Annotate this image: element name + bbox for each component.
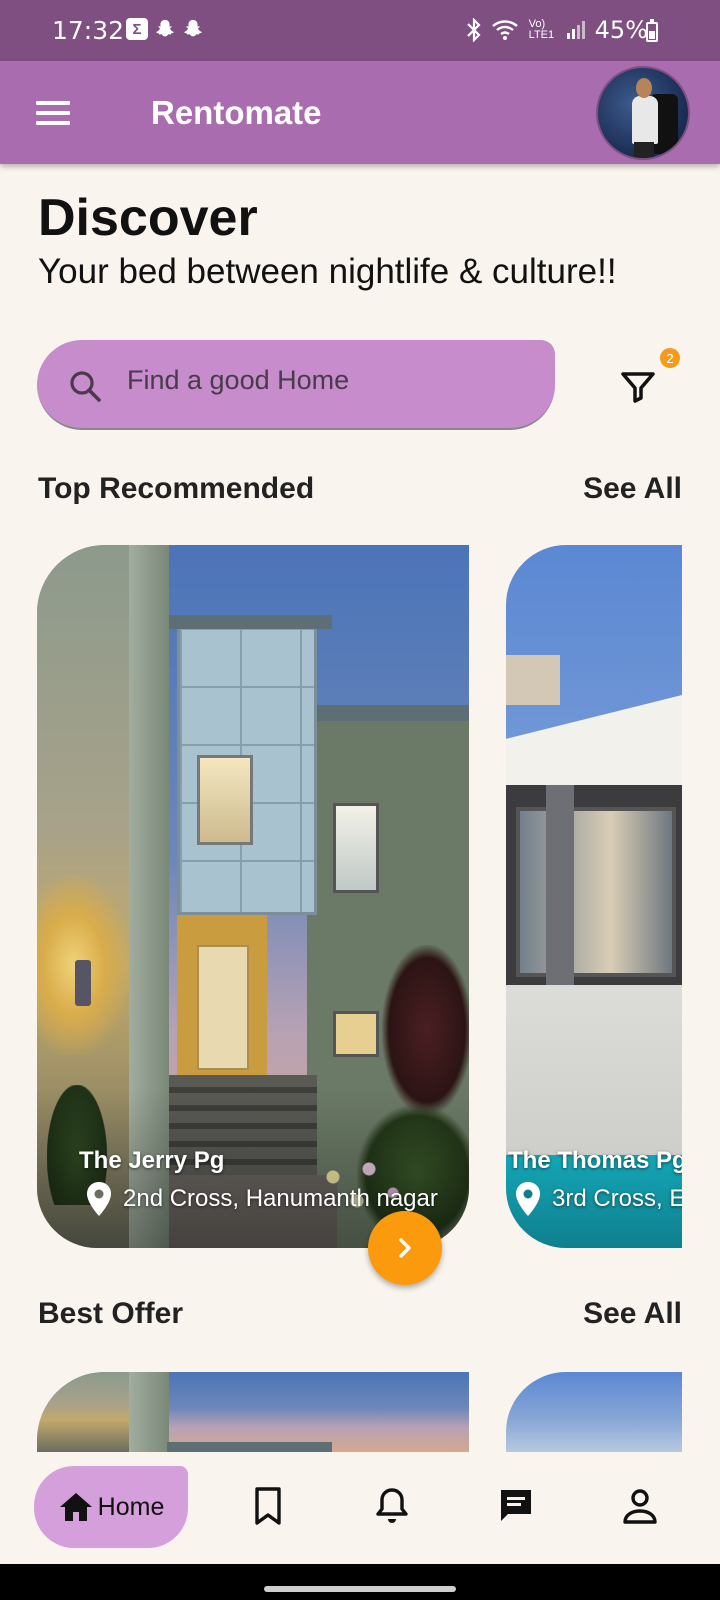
bookmark-icon[interactable] bbox=[250, 1486, 286, 1526]
status-time: 17:32 bbox=[52, 16, 125, 45]
page-subtitle: Your bed between nightlife & culture!! bbox=[38, 252, 617, 291]
chevron-right-icon bbox=[399, 1238, 411, 1258]
status-right: Vo) LTE1 45% bbox=[465, 16, 648, 44]
nav-home-label: Home bbox=[97, 1492, 165, 1521]
nav-home[interactable]: Home bbox=[34, 1466, 188, 1548]
property-name: The Thomas Pg bbox=[508, 1147, 682, 1174]
location-pin-icon bbox=[87, 1182, 111, 1216]
signal-icon bbox=[566, 21, 585, 39]
search-input[interactable] bbox=[127, 365, 527, 396]
chat-icon[interactable] bbox=[498, 1486, 534, 1526]
gesture-handle[interactable] bbox=[264, 1586, 456, 1592]
property-address: 3rd Cross, E bbox=[552, 1185, 682, 1212]
property-card[interactable]: The Thomas Pg 3rd Cross, E bbox=[506, 545, 682, 1248]
status-bar: 17:32 Σ Vo) LTE1 45% bbox=[0, 0, 720, 61]
next-button[interactable] bbox=[368, 1211, 442, 1285]
app-title: Rentomate bbox=[151, 94, 322, 131]
bell-icon[interactable] bbox=[374, 1486, 410, 1526]
battery-icon bbox=[646, 19, 658, 42]
filter-badge: 2 bbox=[660, 348, 680, 368]
filter-icon[interactable] bbox=[618, 366, 658, 406]
snapchat-icon bbox=[156, 19, 174, 37]
home-icon bbox=[59, 1493, 92, 1521]
property-card[interactable]: The Jerry Pg 2nd Cross, Hanumanth nagar bbox=[37, 545, 469, 1248]
page-title: Discover bbox=[38, 189, 258, 247]
property-name: The Jerry Pg bbox=[79, 1147, 225, 1174]
snapchat-icon-2 bbox=[184, 19, 202, 37]
app-bar: Rentomate bbox=[0, 61, 720, 164]
see-all-top-recommended[interactable]: See All bbox=[583, 472, 682, 506]
signal-label: Vo) LTE1 bbox=[528, 18, 555, 41]
offer-card[interactable] bbox=[506, 1372, 682, 1452]
battery-percent: 45% bbox=[594, 16, 648, 44]
search-icon bbox=[70, 371, 101, 402]
location-pin-icon bbox=[516, 1182, 540, 1216]
wifi-icon bbox=[491, 20, 518, 40]
see-all-best-offer[interactable]: See All bbox=[583, 1297, 682, 1331]
search-bar[interactable] bbox=[37, 340, 555, 430]
notification-icons: Σ bbox=[126, 18, 204, 40]
offer-card[interactable] bbox=[37, 1372, 469, 1452]
section-title-top-recommended: Top Recommended bbox=[38, 472, 315, 505]
bottom-navigation: Home bbox=[0, 1452, 720, 1564]
person-icon[interactable] bbox=[622, 1486, 658, 1526]
section-title-best-offer: Best Offer bbox=[38, 1297, 184, 1330]
property-address: 2nd Cross, Hanumanth nagar bbox=[123, 1185, 438, 1212]
bluetooth-icon bbox=[466, 18, 481, 42]
sigma-app-icon: Σ bbox=[126, 18, 148, 40]
system-gesture-bar bbox=[0, 1564, 720, 1600]
avatar[interactable] bbox=[596, 66, 690, 160]
menu-icon[interactable] bbox=[36, 101, 70, 125]
